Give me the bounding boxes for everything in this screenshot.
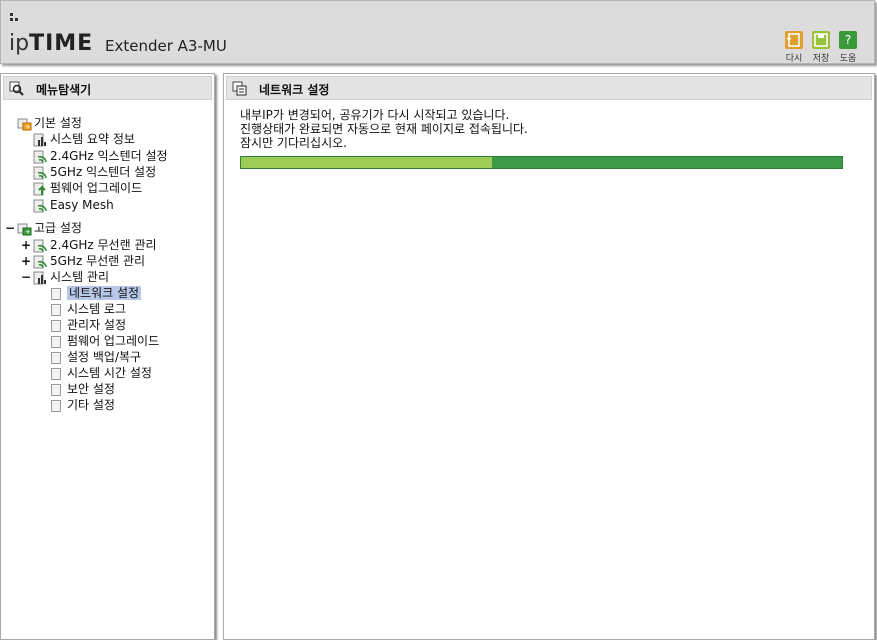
- tree-item-system-log[interactable]: 시스템 로그: [51, 301, 126, 317]
- expand-toggle[interactable]: +: [21, 255, 31, 267]
- content-header: 네트워크 설정: [226, 76, 872, 100]
- tree-item-label: Easy Mesh: [50, 198, 114, 212]
- tree-item-system-management[interactable]: 시스템 관리: [33, 269, 109, 285]
- tree-item-label: 5GHz 무선랜 관리: [50, 254, 146, 268]
- tree-item-label-selected: 네트워크 설정: [67, 286, 142, 300]
- refresh-icon: [785, 31, 803, 49]
- collapse-toggle[interactable]: −: [5, 222, 15, 234]
- tree-item-label: 5GHz 익스텐더 설정: [50, 165, 157, 179]
- svg-text:+: +: [25, 123, 31, 131]
- page-icon: [51, 367, 61, 380]
- tree-advanced-settings-label: 고급 설정: [34, 221, 82, 235]
- page-icon: [51, 319, 61, 332]
- tree-item-label: 관리자 설정: [67, 318, 127, 332]
- help-label: 도움: [839, 54, 857, 64]
- help-icon: ?: [839, 31, 857, 49]
- tree-item-label: 2.4GHz 무선랜 관리: [50, 238, 157, 252]
- chart-icon: [33, 133, 48, 147]
- tree-item-security-settings[interactable]: 보안 설정: [51, 381, 115, 397]
- page-icon: [51, 303, 61, 316]
- folder-icon: +: [17, 117, 32, 131]
- tree-item-label: 2.4GHz 익스텐더 설정: [50, 149, 168, 163]
- page-icon: [51, 351, 61, 364]
- expand-toggle[interactable]: +: [21, 239, 31, 251]
- tree-item-label: 시스템 로그: [67, 302, 127, 316]
- tree-item-backup-restore[interactable]: 설정 백업/복구: [51, 349, 141, 365]
- tree-item-misc-settings[interactable]: 기타 설정: [51, 397, 115, 413]
- message-line: 잠시만 기다리십시오.: [240, 136, 347, 150]
- tree-item-system-time[interactable]: 시스템 시간 설정: [51, 365, 152, 381]
- svg-text:+: +: [25, 228, 31, 236]
- model-name: Extender A3-MU: [105, 37, 227, 55]
- tree-item-24ghz-wireless[interactable]: 2.4GHz 무선랜 관리: [33, 237, 157, 253]
- status-message: 내부IP가 변경되어, 공유기가 다시 시작되고 있습니다. 진행상태가 완료되…: [240, 108, 528, 150]
- wifi-icon: [33, 239, 48, 253]
- wifi-icon: [33, 166, 48, 180]
- tree-item-firmware-upgrade-adv[interactable]: 펌웨어 업그레이드: [51, 333, 159, 349]
- top-header: ipTIME Extender A3-MU 다시 저장 ? 도움: [0, 0, 875, 64]
- help-button[interactable]: ? 도움: [836, 31, 860, 64]
- content-panel: 네트워크 설정 내부IP가 변경되어, 공유기가 다시 시작되고 있습니다. 진…: [223, 73, 875, 640]
- page-icon: [51, 287, 61, 300]
- wifi-icon: [33, 150, 48, 164]
- menu-explorer-title: 메뉴탐색기: [36, 83, 92, 97]
- content-title: 네트워크 설정: [259, 83, 330, 97]
- window-icon: [232, 81, 247, 96]
- wifi-icon: [33, 199, 48, 213]
- refresh-label: 다시: [785, 54, 803, 64]
- iptime-logo: ipTIME: [9, 31, 94, 56]
- collapse-toggle[interactable]: −: [21, 271, 31, 283]
- tree-item-24ghz-extender[interactable]: 2.4GHz 익스텐더 설정: [33, 148, 168, 164]
- tree-item-5ghz-extender[interactable]: 5GHz 익스텐더 설정: [33, 164, 156, 180]
- progress-bar: [240, 156, 843, 169]
- tree-item-admin-settings[interactable]: 관리자 설정: [51, 317, 126, 333]
- chart-icon: [33, 271, 48, 285]
- page-icon: [51, 383, 61, 396]
- message-line: 진행상태가 완료되면 자동으로 현재 페이지로 접속됩니다.: [240, 122, 528, 136]
- refresh-button[interactable]: 다시: [782, 31, 806, 64]
- tree-item-network-settings[interactable]: 네트워크 설정: [51, 285, 142, 301]
- save-label: 저장: [812, 54, 830, 64]
- tree-item-easy-mesh[interactable]: Easy Mesh: [33, 197, 114, 213]
- tree-item-system-summary[interactable]: 시스템 요약 정보: [33, 131, 135, 147]
- tree-item-label: 펌웨어 업그레이드: [67, 334, 160, 348]
- menu-explorer-panel: 메뉴탐색기 + 기본 설정 시스템 요약 정보 2.4GHz 익스텐더 설정 5…: [0, 73, 215, 640]
- message-line: 내부IP가 변경되어, 공유기가 다시 시작되고 있습니다.: [240, 108, 510, 122]
- page-icon: [51, 399, 61, 412]
- tree-item-firmware-upgrade[interactable]: 펌웨어 업그레이드: [33, 180, 142, 196]
- tree-basic-settings-label: 기본 설정: [34, 116, 82, 130]
- page-icon: [51, 335, 61, 348]
- folder-icon: +: [17, 222, 32, 236]
- tree-item-5ghz-wireless[interactable]: 5GHz 무선랜 관리: [33, 253, 145, 269]
- tree-item-label: 시스템 요약 정보: [50, 132, 135, 146]
- save-button[interactable]: 저장: [809, 31, 833, 64]
- search-icon: [9, 81, 24, 96]
- tree-item-label: 기타 설정: [67, 398, 115, 412]
- menu-explorer-header: 메뉴탐색기: [3, 76, 212, 100]
- grip-icon: [10, 13, 20, 23]
- tree-item-label: 보안 설정: [67, 382, 115, 396]
- tree-item-label: 펌웨어 업그레이드: [50, 181, 143, 195]
- wifi-icon: [33, 255, 48, 269]
- tree-item-label: 시스템 관리: [50, 270, 110, 284]
- tree-basic-settings[interactable]: + 기본 설정: [17, 115, 82, 131]
- progress-bar-fill: [241, 157, 492, 168]
- tree-item-label: 시스템 시간 설정: [67, 366, 152, 380]
- tree-advanced-settings[interactable]: + 고급 설정: [17, 220, 82, 236]
- tree-item-label: 설정 백업/복구: [67, 350, 142, 364]
- upgrade-icon: [33, 182, 48, 196]
- save-icon: [812, 31, 830, 49]
